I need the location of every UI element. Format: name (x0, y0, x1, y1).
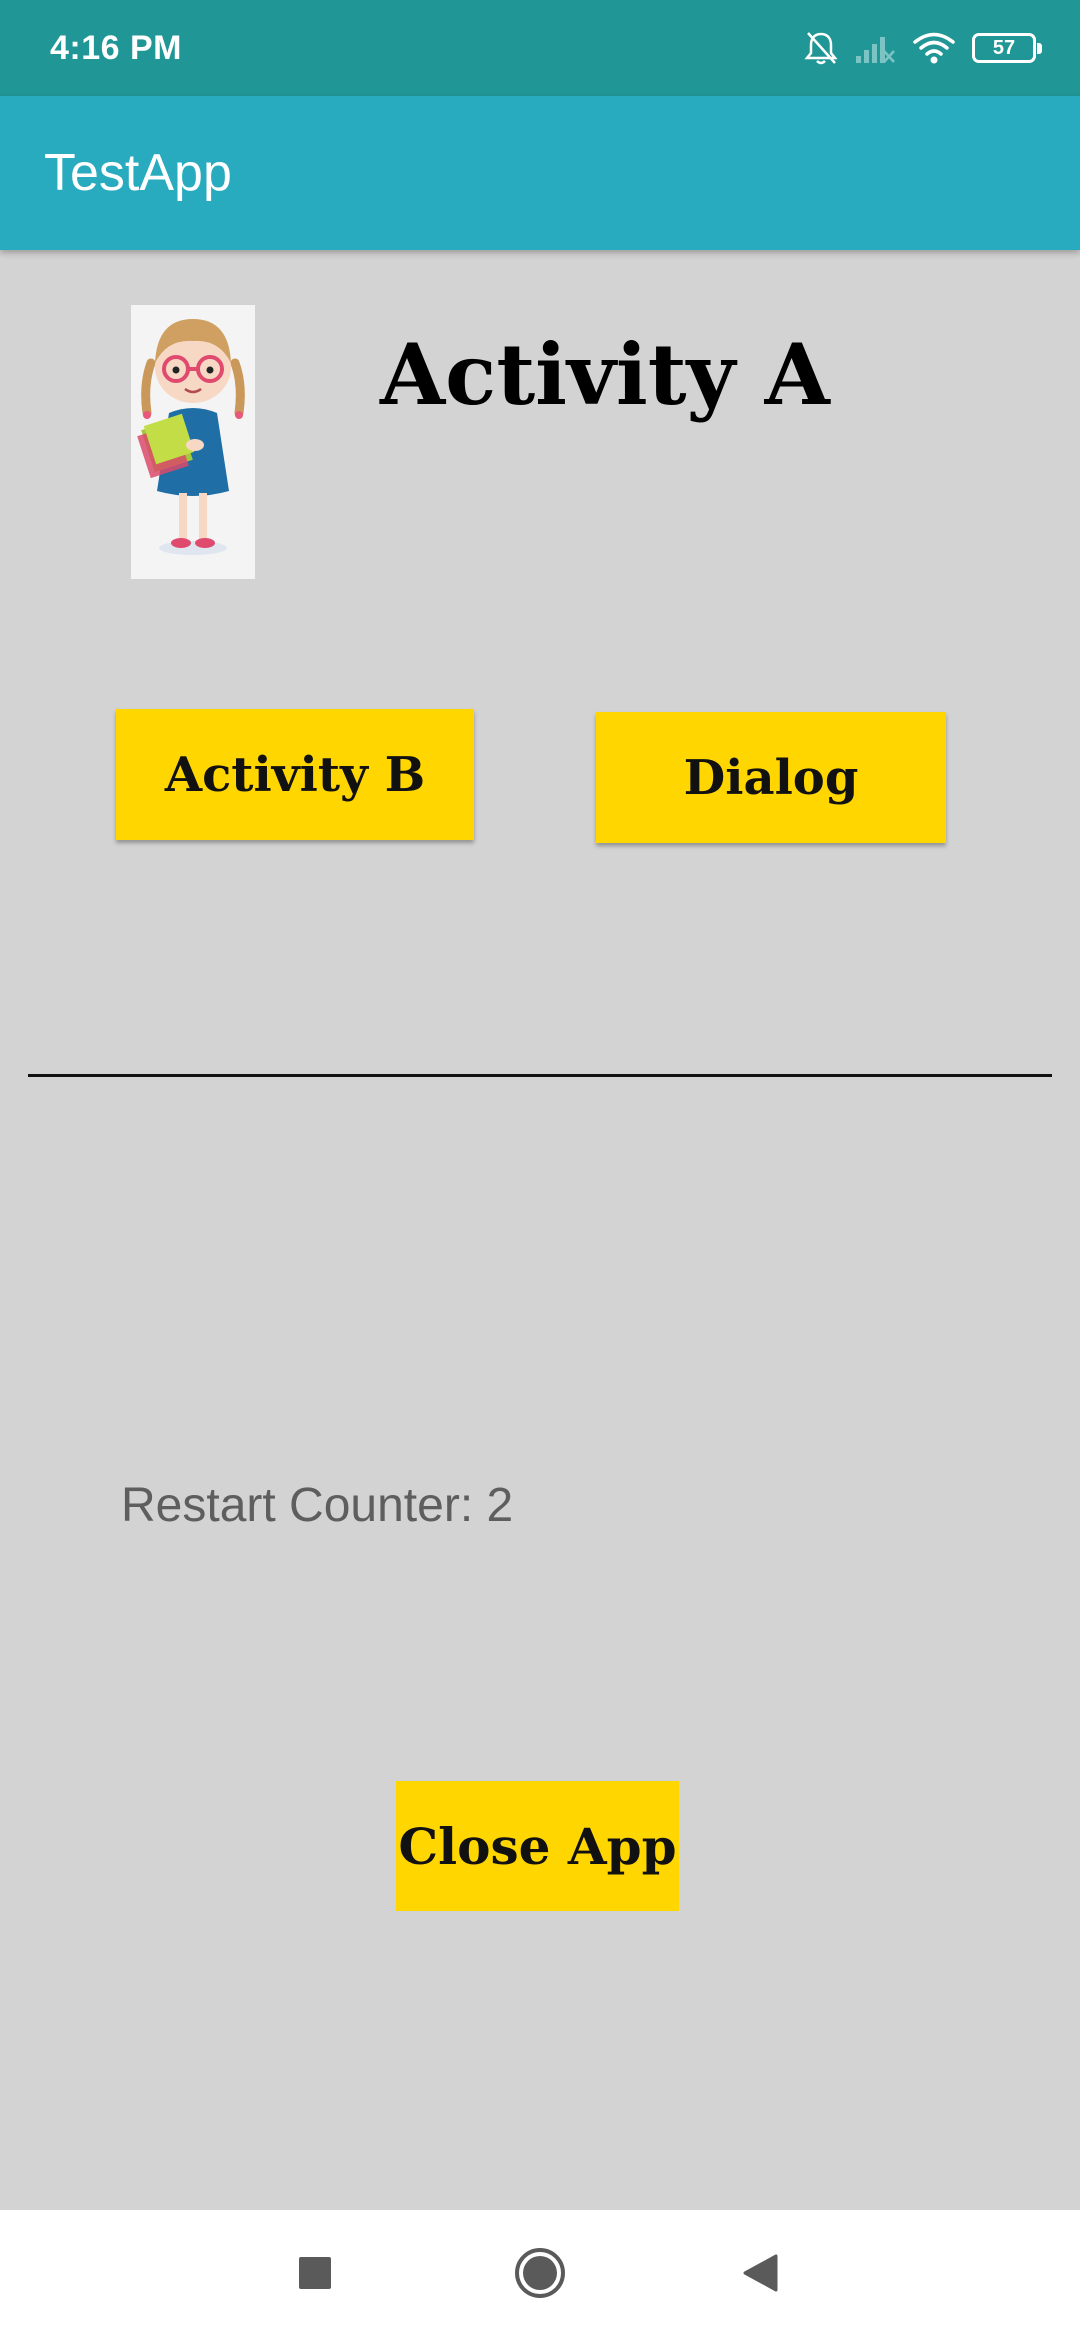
bell-muted-icon (804, 30, 838, 66)
home-button[interactable] (480, 2210, 600, 2340)
activity-b-button[interactable]: Activity B (116, 709, 474, 840)
status-icons: 57 (804, 28, 1042, 68)
page-heading: Activity A (380, 325, 830, 424)
home-circle-icon (513, 2246, 567, 2305)
close-app-button-label: Close App (398, 1816, 677, 1876)
app-bar: TestApp (0, 96, 1080, 250)
battery-icon: 57 (972, 33, 1042, 63)
divider (28, 1074, 1052, 1077)
dialog-button-label: Dialog (683, 749, 859, 806)
status-time: 4:16 PM (50, 29, 182, 67)
recents-square-icon (298, 2256, 332, 2295)
screen: 4:16 PM 57 TestApp Activity A Activity B… (0, 0, 1080, 2340)
wifi-icon (912, 31, 956, 65)
status-bar: 4:16 PM 57 (0, 0, 1080, 96)
back-triangle-icon (741, 2253, 779, 2298)
recents-button[interactable] (255, 2210, 375, 2340)
navigation-bar (0, 2210, 1080, 2340)
dialog-button[interactable]: Dialog (596, 712, 946, 843)
signal-off-icon (854, 32, 896, 64)
back-button[interactable] (700, 2210, 820, 2340)
battery-level: 57 (992, 37, 1016, 59)
activity-b-button-label: Activity B (164, 746, 426, 803)
close-app-button[interactable]: Close App (396, 1781, 679, 1911)
girl-with-books-icon (131, 305, 255, 579)
app-title: TestApp (44, 144, 232, 202)
restart-counter: Restart Counter: 2 (121, 1479, 514, 1532)
